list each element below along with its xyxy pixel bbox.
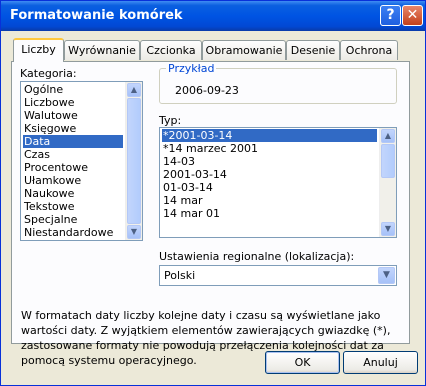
format-cells-dialog: Formatowanie komórek ? ✕ Liczby Wyrównan…	[0, 0, 426, 386]
scroll-thumb[interactable]	[127, 98, 141, 224]
scroll-thumb[interactable]	[381, 144, 395, 178]
category-item[interactable]: Procentowe	[23, 161, 88, 174]
sample-label: Przykład	[166, 62, 217, 75]
tab-desenie[interactable]: Desenie	[286, 40, 340, 60]
scroll-down-arrow-icon[interactable]: ▼	[127, 225, 141, 239]
sample-value: 2006-09-23	[175, 84, 239, 97]
tab-panel-liczby: Kategoria: Ogólne Liczbowe Walutowe Księ…	[11, 61, 410, 367]
type-item[interactable]: 01-03-14	[162, 181, 213, 194]
category-item[interactable]: Walutowe	[23, 109, 78, 122]
chevron-down-icon[interactable]: ▼	[378, 267, 395, 284]
ok-button[interactable]: OK	[265, 351, 340, 374]
title-bar[interactable]: Formatowanie komórek ? ✕	[1, 1, 425, 31]
close-button[interactable]: ✕	[402, 5, 423, 26]
tab-liczby[interactable]: Liczby	[13, 38, 64, 62]
help-button[interactable]: ?	[380, 5, 401, 26]
type-item[interactable]: 14 mar 01	[162, 207, 220, 220]
type-item[interactable]: *14 marzec 2001	[162, 142, 258, 155]
type-scrollbar[interactable]: ▲ ▼	[379, 128, 396, 237]
category-item[interactable]: Tekstowe	[23, 200, 75, 213]
scroll-up-arrow-icon[interactable]: ▲	[381, 129, 395, 143]
tab-obramowanie[interactable]: Obramowanie	[202, 40, 286, 60]
scroll-down-arrow-icon[interactable]: ▼	[381, 222, 395, 236]
type-listbox[interactable]: *2001-03-14 *14 marzec 2001 14-03 2001-0…	[159, 127, 397, 238]
category-listbox[interactable]: Ogólne Liczbowe Walutowe Księgowe Data C…	[20, 81, 143, 241]
category-item[interactable]: Księgowe	[23, 122, 76, 135]
category-item[interactable]: Liczbowe	[23, 96, 74, 109]
category-item[interactable]: Niestandardowe	[23, 226, 113, 239]
type-item[interactable]: 14-03	[162, 155, 195, 168]
scroll-up-arrow-icon[interactable]: ▲	[127, 83, 141, 97]
type-item-selected[interactable]: *2001-03-14	[162, 129, 377, 142]
locale-label: Ustawienia regionalne (lokalizacja):	[159, 250, 355, 263]
cancel-button[interactable]: Anuluj	[343, 351, 418, 374]
category-item[interactable]: Czas	[23, 148, 50, 161]
category-item[interactable]: Naukowe	[23, 187, 74, 200]
tab-wyrownanie[interactable]: Wyrównanie	[64, 40, 140, 60]
sample-group: Przykład 2006-09-23	[159, 62, 397, 104]
type-label: Typ:	[159, 114, 182, 127]
category-scrollbar[interactable]: ▲ ▼	[125, 82, 142, 240]
window-title: Formatowanie komórek	[10, 8, 183, 23]
category-item[interactable]: Specjalne	[23, 213, 77, 226]
dialog-body: Liczby Wyrównanie Czcionka Obramowanie D…	[4, 31, 422, 383]
locale-dropdown[interactable]: Polski ▼	[159, 265, 397, 286]
category-item[interactable]: Ułamkowe	[23, 174, 81, 187]
type-item[interactable]: 14 mar	[162, 194, 202, 207]
type-item[interactable]: 2001-03-14	[162, 168, 227, 181]
tab-czcionka[interactable]: Czcionka	[140, 40, 202, 60]
category-label: Kategoria:	[20, 67, 77, 80]
locale-value: Polski	[164, 269, 196, 282]
tab-ochrona[interactable]: Ochrona	[340, 40, 398, 60]
category-item[interactable]: Ogólne	[23, 83, 63, 96]
category-item-selected[interactable]: Data	[23, 135, 123, 148]
